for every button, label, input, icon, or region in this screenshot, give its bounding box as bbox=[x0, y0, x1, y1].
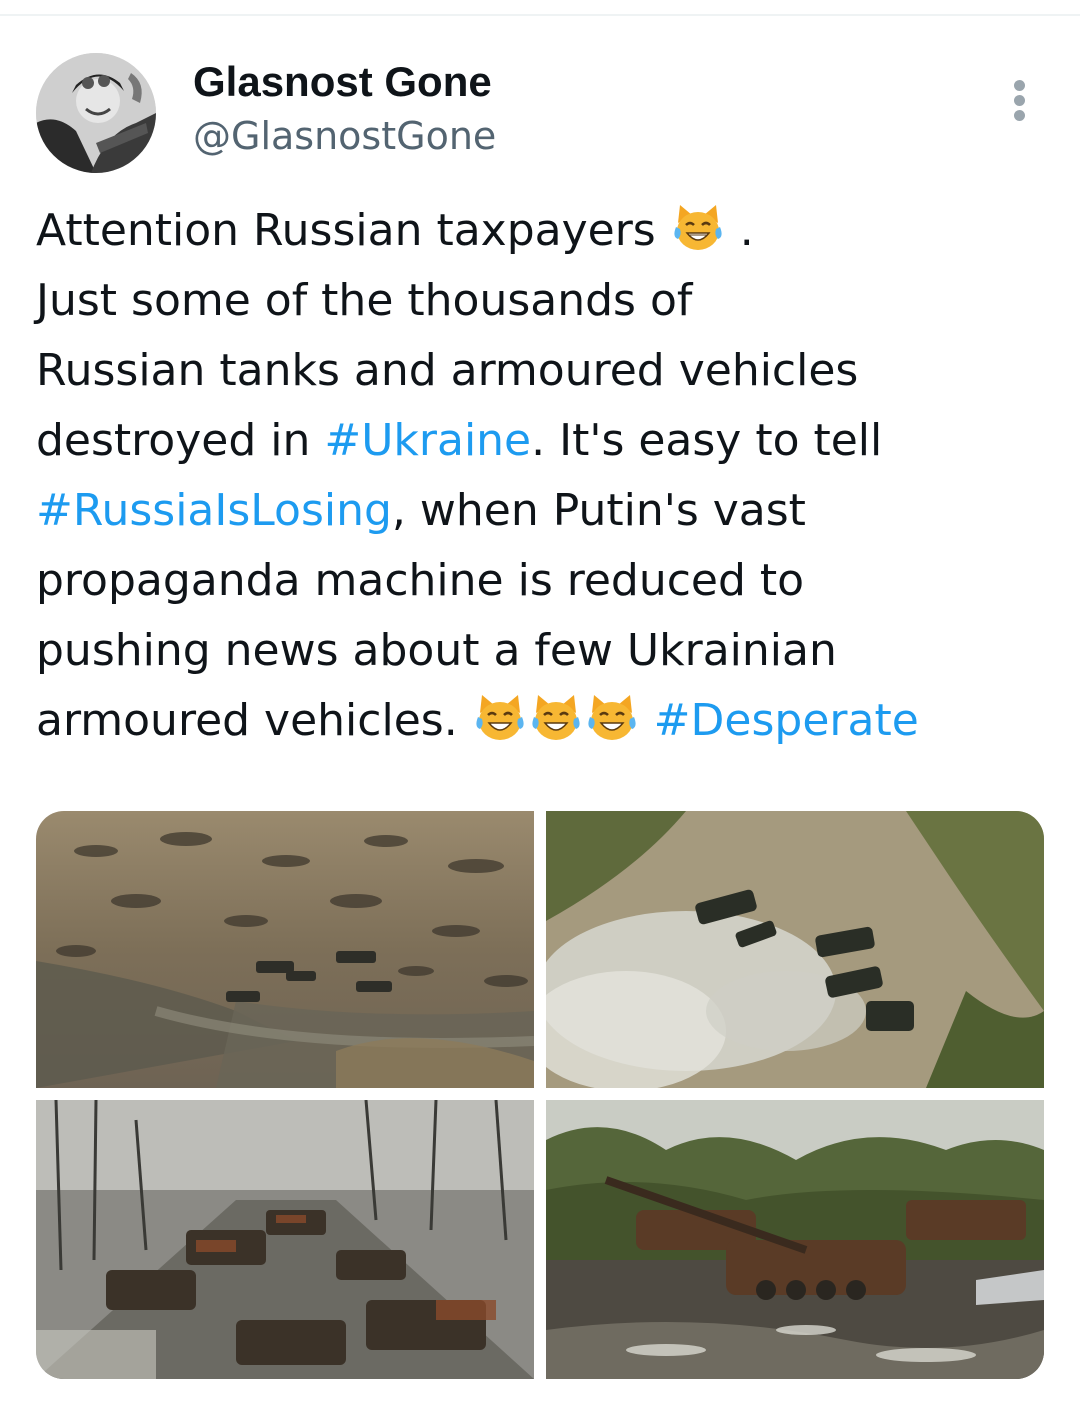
tweet-text-segment: destroyed in bbox=[36, 415, 325, 466]
hashtag-ukraine-link[interactable]: #Ukraine bbox=[324, 415, 531, 466]
media-photo-3[interactable] bbox=[36, 1100, 534, 1379]
tweet-text-segment: . It's easy to tell bbox=[531, 415, 883, 466]
cat-tears-of-joy-emoji bbox=[674, 205, 722, 250]
cat-tears-of-joy-emoji bbox=[532, 695, 580, 740]
tweet-line: Attention Russian taxpayers . bbox=[36, 196, 1046, 266]
tweet-text: Attention Russian taxpayers . Just some … bbox=[36, 196, 1046, 756]
author-display-name[interactable]: Glasnost Gone bbox=[193, 56, 492, 108]
media-photo-2[interactable] bbox=[546, 811, 1044, 1088]
tweet-text-segment: . bbox=[739, 205, 754, 256]
tweet-line: destroyed in #Ukraine. It's easy to tell bbox=[36, 406, 1046, 476]
media-photo-1[interactable] bbox=[36, 811, 534, 1088]
author-handle[interactable]: @GlasnostGone bbox=[193, 110, 496, 162]
tweet-text-segment: armoured vehicles. bbox=[36, 695, 472, 746]
tweet-line: #RussiaIsLosing, when Putin's vast bbox=[36, 476, 1046, 546]
hashtag-russiaislosing-link[interactable]: #RussiaIsLosing bbox=[36, 485, 392, 536]
photo-tanks-smoke-aerial bbox=[546, 811, 1044, 1088]
photo-burnt-tanks-forest bbox=[546, 1100, 1044, 1379]
tweet-line: Just some of the thousands of bbox=[36, 275, 693, 326]
cat-tears-of-joy-emoji bbox=[588, 695, 636, 740]
photo-tanks-on-field bbox=[36, 811, 534, 1088]
media-photo-4[interactable] bbox=[546, 1100, 1044, 1379]
photo-destroyed-column-street bbox=[36, 1100, 534, 1379]
tweet-text-segment: , when Putin's vast bbox=[391, 485, 806, 536]
avatar[interactable] bbox=[36, 53, 156, 173]
tweet-line: armoured vehicles. #Desperate bbox=[36, 686, 1046, 756]
tweet-text-segment: Attention Russian taxpayers bbox=[36, 205, 656, 256]
top-divider bbox=[0, 14, 1080, 16]
hashtag-desperate-link[interactable]: #Desperate bbox=[654, 695, 919, 746]
tweet-line: pushing news about a few Ukrainian bbox=[36, 625, 837, 676]
cat-tears-of-joy-emoji bbox=[476, 695, 524, 740]
media-grid bbox=[36, 811, 1044, 1379]
avatar-image bbox=[36, 53, 156, 173]
more-icon[interactable] bbox=[1004, 76, 1036, 124]
tweet-line: propaganda machine is reduced to bbox=[36, 555, 805, 606]
tweet-line: Russian tanks and armoured vehicles bbox=[36, 345, 859, 396]
